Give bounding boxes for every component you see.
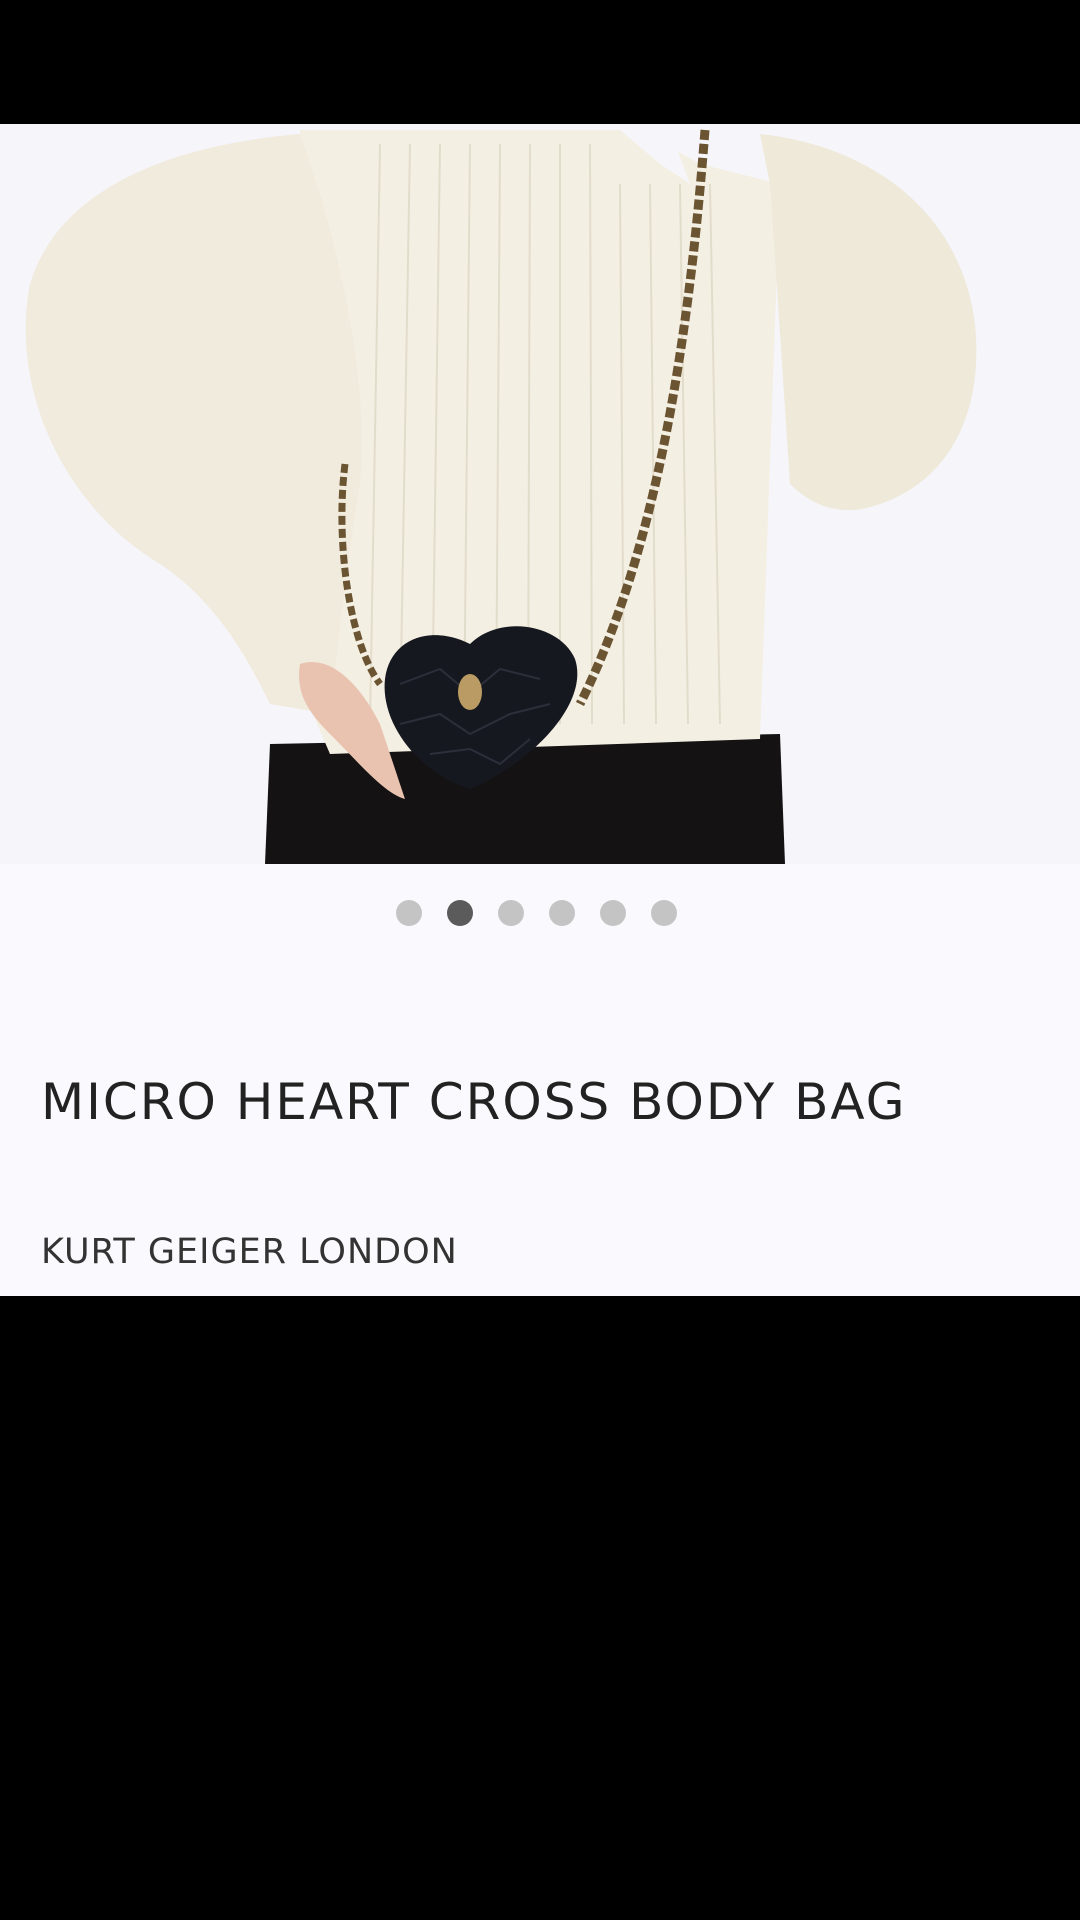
carousel-dot-3[interactable] [497, 900, 524, 926]
status-bar [0, 0, 1080, 124]
carousel-dots [0, 900, 1076, 928]
product-photo-icon [0, 124, 1080, 864]
product-detail: MICRO HEART CROSS BODY BAG KURT GEIGER L… [0, 124, 1080, 1296]
carousel-dot-5[interactable] [599, 900, 626, 926]
product-title: MICRO HEART CROSS BODY BAG [41, 1073, 907, 1131]
carousel-dot-6[interactable] [650, 900, 677, 926]
product-image[interactable] [0, 124, 1080, 864]
carousel-dot-1[interactable] [395, 900, 422, 926]
product-brand[interactable]: KURT GEIGER LONDON [41, 1228, 458, 1276]
carousel-dot-2[interactable] [446, 900, 473, 926]
bottom-blank-area [0, 1296, 1080, 1920]
carousel-dot-4[interactable] [548, 900, 575, 926]
